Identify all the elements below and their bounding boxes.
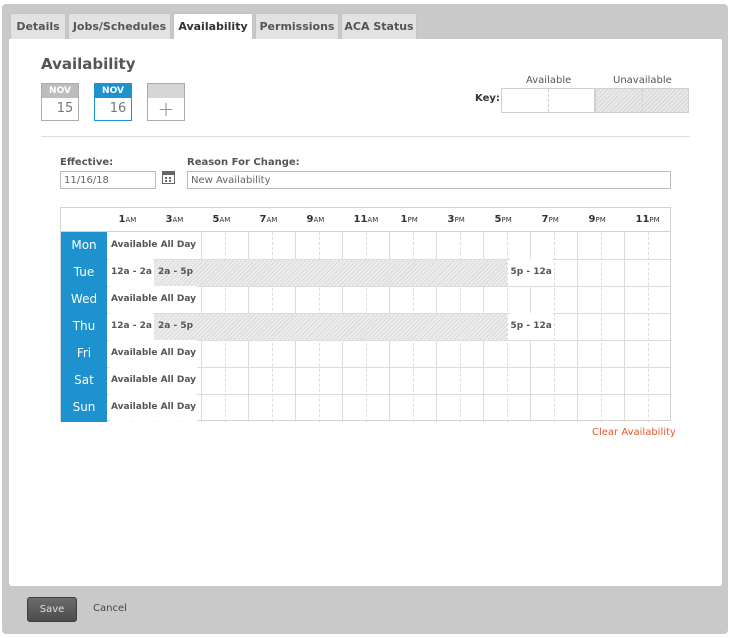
hour-label: 1PM — [400, 214, 418, 225]
day-label: Fri — [76, 346, 92, 360]
date-day: 16 — [109, 101, 127, 116]
availability-segment[interactable]: Available All Day — [110, 232, 197, 259]
tab-details[interactable]: Details — [10, 13, 66, 39]
hour-label: 11AM — [353, 214, 379, 225]
tab-jobs-schedules[interactable]: Jobs/Schedules — [68, 13, 171, 39]
calendar-icon[interactable] — [162, 171, 175, 184]
availability-panel: Availability NOV 15 NOV 16 + Key: Availa… — [9, 39, 722, 586]
effective-label: Effective: — [60, 157, 114, 168]
hour-label: 5AM — [212, 214, 231, 225]
hour-header: 1AM 3AM 5AM 7AM 9AM 11AM 1PM 3PM 5PM 7PM 9PM 11PM — [61, 208, 670, 232]
hour-label: 3PM — [447, 214, 465, 225]
effective-date-input[interactable] — [60, 171, 156, 189]
availability-segment[interactable]: Available All Day — [110, 286, 197, 313]
section-title: Availability — [41, 55, 136, 73]
day-label: Tue — [73, 265, 95, 279]
availability-segment[interactable]: 12a - 2a — [110, 259, 153, 286]
hour-label: 3AM — [165, 214, 184, 225]
key-unavailable-label: Unavailable — [613, 75, 672, 86]
availability-segment[interactable]: 5p - 12a — [509, 313, 553, 340]
cancel-link[interactable]: Cancel — [93, 603, 127, 614]
reason-label: Reason For Change: — [187, 157, 300, 168]
hour-label: 7AM — [259, 214, 278, 225]
day-label: Wed — [70, 292, 98, 306]
tab-availability[interactable]: Availability — [173, 13, 253, 40]
reason-input[interactable] — [187, 171, 671, 189]
day-label: Thu — [72, 319, 96, 333]
plus-icon: + — [157, 97, 175, 121]
date-month: NOV — [42, 84, 78, 98]
divider — [41, 136, 690, 137]
hour-label: 9PM — [588, 214, 606, 225]
unavailable-block[interactable] — [154, 314, 507, 340]
availability-grid[interactable]: 1AM 3AM 5AM 7AM 9AM 11AM 1PM 3PM 5PM 7PM 9PM 11PM M… — [60, 207, 671, 422]
date-day: 15 — [56, 101, 74, 116]
availability-segment[interactable]: Available All Day — [110, 340, 197, 367]
availability-segment[interactable]: 5p - 12a — [509, 259, 553, 286]
availability-segment[interactable]: 2a - 5p — [157, 313, 194, 340]
key-label: Key: — [475, 93, 500, 104]
save-button[interactable]: Save — [27, 597, 77, 622]
tab-permissions[interactable]: Permissions — [255, 13, 339, 39]
availability-segment[interactable]: Available All Day — [110, 394, 197, 421]
day-column: Mon Tue Wed Thu Fri Sat Sun — [61, 232, 107, 422]
availability-segment[interactable]: 2a - 5p — [157, 259, 194, 286]
add-date-button[interactable]: + — [147, 83, 185, 121]
date-month: NOV — [95, 84, 131, 98]
availability-segment[interactable]: Available All Day — [110, 367, 197, 394]
hour-label: 9AM — [306, 214, 325, 225]
date-tab-nov-16[interactable]: NOV 16 — [94, 83, 132, 121]
hour-label: 7PM — [541, 214, 559, 225]
day-label: Mon — [71, 238, 97, 252]
key-available-swatch — [501, 88, 595, 113]
hour-label: 1AM — [118, 214, 137, 225]
hour-label: 5PM — [494, 214, 512, 225]
tab-aca-status[interactable]: ACA Status — [341, 13, 417, 39]
date-tab-nov-15[interactable]: NOV 15 — [41, 83, 79, 121]
key-available-label: Available — [526, 75, 572, 86]
availability-segment[interactable]: 12a - 2a — [110, 313, 153, 340]
day-label: Sat — [74, 373, 94, 387]
day-label: Sun — [72, 400, 96, 414]
unavailable-block[interactable] — [154, 260, 507, 286]
key-unavailable-swatch — [595, 88, 689, 113]
hour-label: 11PM — [635, 214, 660, 225]
clear-availability-link[interactable]: Clear Availability — [592, 427, 676, 438]
